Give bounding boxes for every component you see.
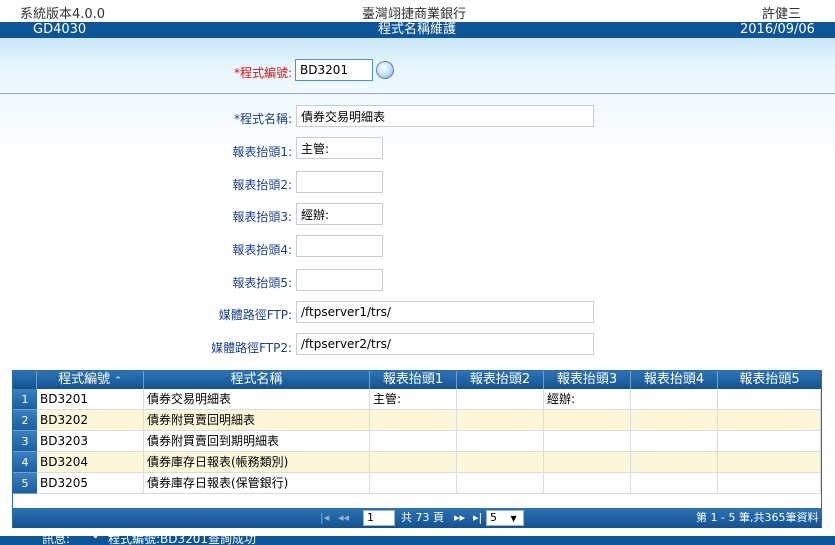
cell-report-header3 <box>544 431 631 452</box>
report-header3-label: 報表抬頭3: <box>232 210 292 224</box>
cell-report-header4 <box>631 431 718 452</box>
row-number: 2 <box>13 410 37 431</box>
last-page-button[interactable]: ▸| <box>473 508 482 528</box>
cell-program-name: 債券附買賣回明細表 <box>144 410 370 431</box>
current-date: 2016/09/06 <box>740 22 815 37</box>
cell-report-header2 <box>457 389 544 410</box>
cell-program-id: BD3201 <box>37 389 144 410</box>
row-number: 1 <box>13 389 37 410</box>
table-row[interactable]: 4 BD3204 債券庫存日報表(帳務類別) <box>13 452 821 473</box>
report-header2-label: 報表抬頭2: <box>232 178 292 192</box>
cell-report-header1 <box>370 431 457 452</box>
table-row[interactable]: 2 BD3202 債券附買賣回明細表 <box>13 410 821 431</box>
report-header1-input[interactable] <box>296 137 383 159</box>
status-label: 訊息: <box>42 536 71 545</box>
column-header-report-header2[interactable]: 報表抬頭2 <box>457 371 544 389</box>
program-name-label: *程式名稱: <box>233 112 292 126</box>
cell-report-header4 <box>631 389 718 410</box>
cell-report-header1 <box>370 452 457 473</box>
row-number: 5 <box>13 473 37 494</box>
grid-header: 程式編號 ⌃ 程式名稱 報表抬頭1 報表抬頭2 報表抬頭3 報表抬頭4 報表抬頭… <box>13 371 821 389</box>
column-header-program-id[interactable]: 程式編號 ⌃ <box>37 371 144 389</box>
row-number: 3 <box>13 431 37 452</box>
cell-report-header5 <box>718 410 821 431</box>
title-bar: GD4030 程式名稱維護 2016/09/06 <box>0 22 835 38</box>
cell-report-header5 <box>718 431 821 452</box>
cell-report-header2 <box>457 452 544 473</box>
cell-program-id: BD3202 <box>37 410 144 431</box>
ftp-path-input[interactable] <box>296 301 594 323</box>
cell-report-header3 <box>544 452 631 473</box>
row-number-header <box>13 371 37 389</box>
report-header4-label: 報表抬頭4: <box>232 243 292 257</box>
column-header-report-header1[interactable]: 報表抬頭1 <box>370 371 457 389</box>
first-page-button[interactable]: |◂ <box>320 508 329 528</box>
ftp2-path-input[interactable] <box>296 333 594 355</box>
cell-report-header5 <box>718 389 821 410</box>
page-number-input[interactable]: 1 <box>363 510 395 526</box>
report-header2-input[interactable] <box>296 171 383 193</box>
report-header4-input[interactable] <box>296 235 383 257</box>
cell-program-id: BD3205 <box>37 473 144 494</box>
cell-program-name: 債券附買賣回到期明細表 <box>144 431 370 452</box>
grid-pager: |◂ ◂◂ 1 共 73 頁 ▸▸ ▸| 5 ▼ 第 1 - 5 筆,共365筆… <box>13 508 821 528</box>
status-bullet: • <box>92 536 100 544</box>
cell-report-header4 <box>631 452 718 473</box>
report-header5-label: 報表抬頭5: <box>232 276 292 290</box>
program-code: GD4030 <box>33 22 87 37</box>
column-header-report-header4[interactable]: 報表抬頭4 <box>631 371 718 389</box>
column-header-report-header3[interactable]: 報表抬頭3 <box>544 371 631 389</box>
cell-program-name: 債券庫存日報表(保管銀行) <box>144 473 370 494</box>
cell-report-header1 <box>370 410 457 431</box>
bank-name: 臺灣翊捷商業銀行 <box>362 7 467 22</box>
table-row[interactable]: 3 BD3203 債券附買賣回到期明細表 <box>13 431 821 452</box>
table-row[interactable]: 1 BD3201 債券交易明細表 主管: 經辦: <box>13 389 821 410</box>
program-name-input[interactable] <box>296 105 594 127</box>
cell-report-header3 <box>544 473 631 494</box>
page-size-select[interactable]: 5 ▼ <box>486 510 524 526</box>
column-header-report-header5[interactable]: 報表抬頭5 <box>718 371 821 389</box>
status-message: 程式編號:BD3201查詢成功 <box>108 536 257 545</box>
cell-program-id: BD3203 <box>37 431 144 452</box>
cell-report-header1: 主管: <box>370 389 457 410</box>
top-info-bar: 系統版本4.0.0 臺灣翊捷商業銀行 許健三 <box>0 0 835 22</box>
report-header3-input[interactable] <box>296 203 383 225</box>
sort-ascending-icon: ⌃ <box>114 376 122 386</box>
record-summary: 第 1 - 5 筆,共365筆資料 <box>696 511 819 524</box>
cell-report-header1 <box>370 473 457 494</box>
program-id-input[interactable] <box>295 59 373 81</box>
cell-report-header5 <box>718 473 821 494</box>
cell-report-header2 <box>457 431 544 452</box>
cell-report-header3 <box>544 410 631 431</box>
program-id-label: *程式編號: <box>233 66 292 80</box>
report-header5-input[interactable] <box>296 269 383 291</box>
row-number: 4 <box>13 452 37 473</box>
cell-report-header3: 經辦: <box>544 389 631 410</box>
section-divider <box>0 93 835 94</box>
cell-program-name: 債券交易明細表 <box>144 389 370 410</box>
system-version: 系統版本4.0.0 <box>20 7 106 22</box>
chevron-down-icon: ▼ <box>510 514 517 523</box>
results-grid: 程式編號 ⌃ 程式名稱 報表抬頭1 報表抬頭2 報表抬頭3 報表抬頭4 報表抬頭… <box>12 370 822 528</box>
cell-report-header4 <box>631 473 718 494</box>
cell-report-header5 <box>718 452 821 473</box>
ftp2-path-label: 媒體路徑FTP2: <box>211 341 292 355</box>
status-bar: 訊息: • 程式編號:BD3201查詢成功 <box>0 536 835 545</box>
user-name: 許健三 <box>762 7 802 22</box>
cell-program-id: BD3204 <box>37 452 144 473</box>
cell-report-header4 <box>631 410 718 431</box>
column-header-program-name[interactable]: 程式名稱 <box>144 371 370 389</box>
ftp-path-label: 媒體路徑FTP: <box>218 308 292 322</box>
cell-report-header2 <box>457 473 544 494</box>
lookup-icon[interactable] <box>376 61 394 79</box>
cell-report-header2 <box>457 410 544 431</box>
table-row[interactable]: 5 BD3205 債券庫存日報表(保管銀行) <box>13 473 821 494</box>
next-page-button[interactable]: ▸▸ <box>454 508 465 528</box>
page-title: 程式名稱維護 <box>378 22 457 37</box>
cell-program-name: 債券庫存日報表(帳務類別) <box>144 452 370 473</box>
total-pages-text: 共 73 頁 <box>401 511 444 524</box>
report-header1-label: 報表抬頭1: <box>232 145 292 159</box>
prev-page-button[interactable]: ◂◂ <box>338 508 349 528</box>
